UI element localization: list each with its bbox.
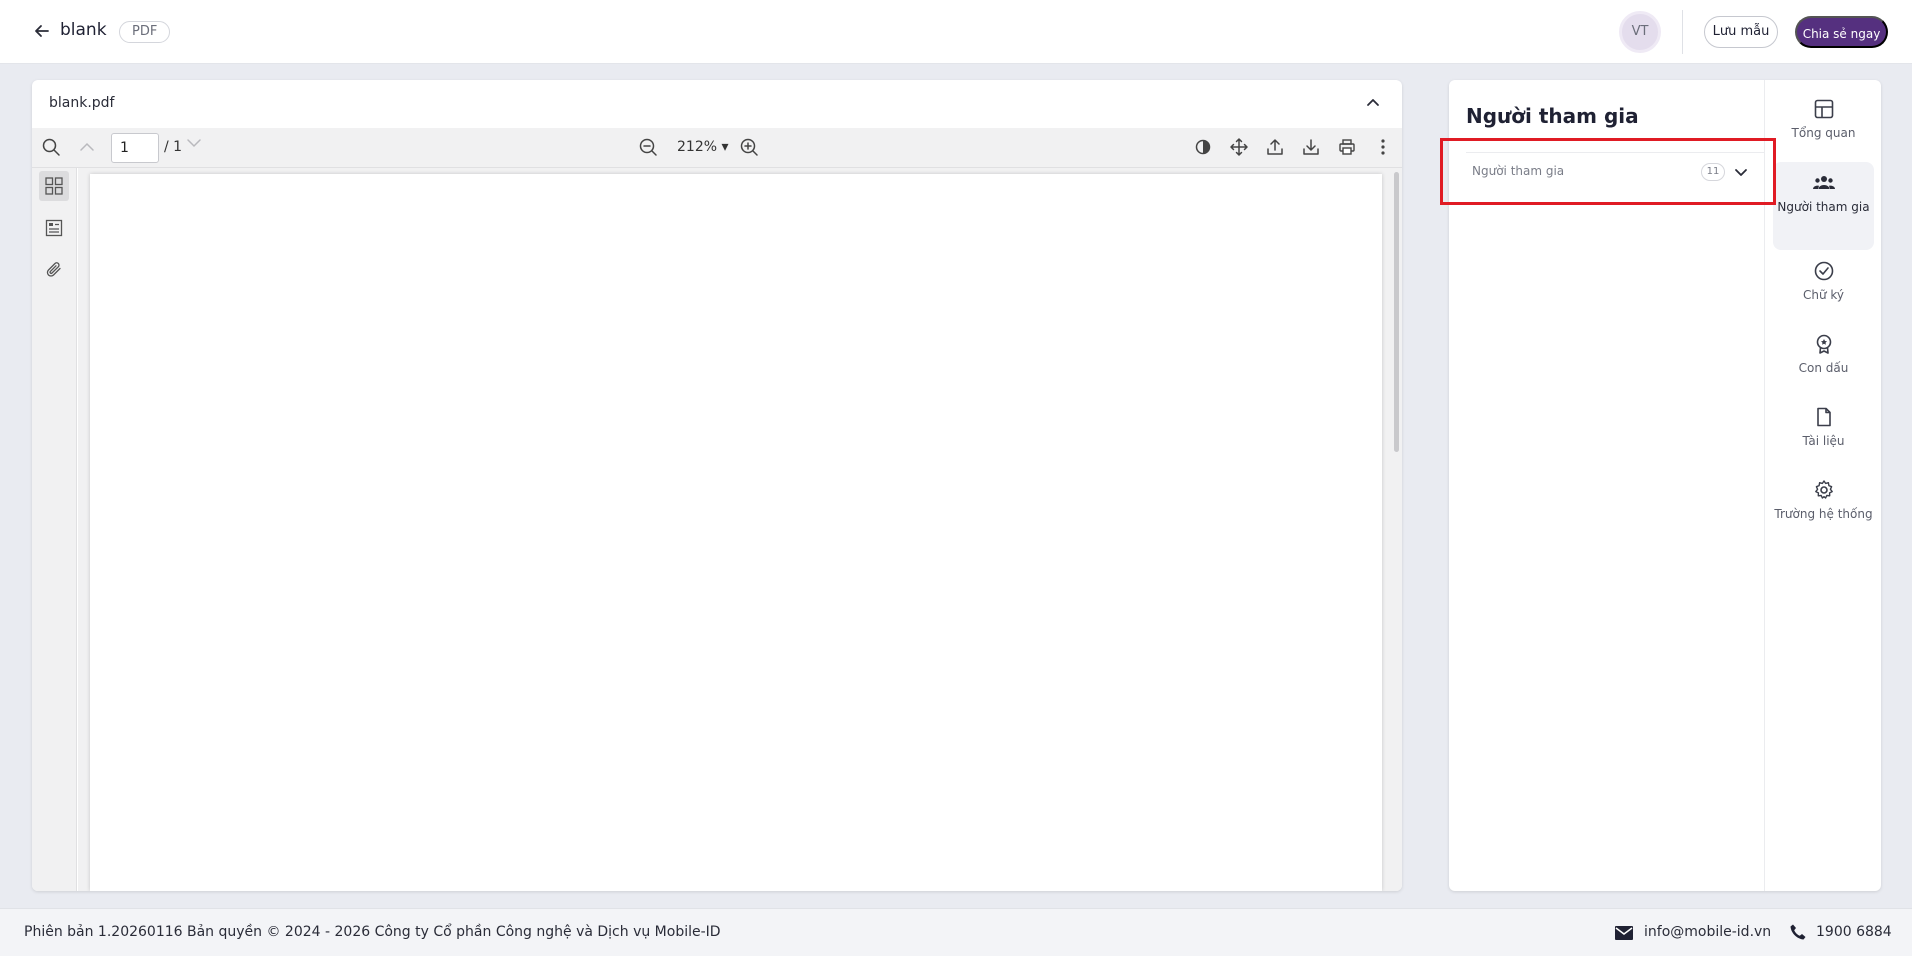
panel-title: Người tham gia <box>1466 104 1639 128</box>
phone-icon <box>1789 923 1807 941</box>
participants-count-badge: 11 <box>1701 163 1725 181</box>
theme-toggle-icon[interactable] <box>1193 137 1213 157</box>
participants-accordion[interactable]: Người tham gia 11 <box>1466 152 1764 190</box>
layout-icon <box>1814 99 1833 119</box>
copyright-text: Phiên bản 1.20260116 Bản quyền © 2024 - … <box>24 924 721 940</box>
chevron-up-icon[interactable] <box>1364 94 1382 112</box>
download-icon[interactable] <box>1301 137 1321 157</box>
nav-item-system-fields-label: Trường hệ thống <box>1774 507 1873 521</box>
print-icon[interactable] <box>1337 137 1357 157</box>
document-title: blank <box>60 20 107 40</box>
footer: Phiên bản 1.20260116 Bản quyền © 2024 - … <box>0 908 1912 956</box>
zoom-level-select[interactable]: 212% ▾ <box>677 139 729 155</box>
nav-item-overview-label: Tổng quan <box>1791 126 1856 140</box>
chevron-down-icon[interactable] <box>1733 164 1749 180</box>
pdf-toolbar: / 1 212% ▾ <box>32 128 1402 168</box>
zoom-in-icon[interactable] <box>739 137 759 157</box>
nav-item-seal-label: Con dấu <box>1798 361 1849 375</box>
nav-item-participants-label: Người tham gia <box>1777 200 1870 214</box>
next-page-icon[interactable] <box>184 133 204 153</box>
gear-icon <box>1814 480 1833 499</box>
nav-item-documents-label: Tài liệu <box>1802 434 1845 448</box>
participants-accordion-label: Người tham gia <box>1472 164 1565 178</box>
document-type-badge: PDF <box>119 21 171 43</box>
previous-page-icon[interactable] <box>77 137 97 157</box>
pdf-page[interactable] <box>90 174 1382 891</box>
attachment-icon[interactable] <box>39 254 69 284</box>
thumbnails-icon[interactable] <box>39 171 69 201</box>
nav-item-signature-label: Chữ ký <box>1802 288 1845 302</box>
check-circle-icon <box>1814 261 1833 281</box>
user-avatar[interactable]: VT <box>1619 11 1661 53</box>
share-now-button[interactable]: Chia sẻ ngay <box>1795 16 1888 48</box>
panel-nav: Tổng quan Người tham gia Chữ ký Con dấu … <box>1764 80 1881 891</box>
file-icon <box>1816 407 1831 427</box>
upload-icon[interactable] <box>1265 137 1285 157</box>
nav-item-system-fields[interactable]: Trường hệ thống <box>1773 479 1874 559</box>
viewer-scrollbar[interactable] <box>1394 172 1399 452</box>
people-icon <box>1812 176 1835 189</box>
support-email-link[interactable]: info@mobile-id.vn <box>1644 924 1771 940</box>
pdf-canvas[interactable] <box>78 168 1402 891</box>
save-template-button[interactable]: Lưu mẫu <box>1704 16 1778 48</box>
mail-icon <box>1614 924 1634 942</box>
pan-move-icon[interactable] <box>1229 137 1249 157</box>
file-name: blank.pdf <box>49 95 115 111</box>
search-icon[interactable] <box>41 137 61 157</box>
page-total: / 1 <box>164 139 183 155</box>
pdf-viewer-card: blank.pdf / 1 212% ▾ <box>32 80 1402 891</box>
zoom-out-icon[interactable] <box>638 137 658 157</box>
nav-item-seal[interactable]: Con dấu <box>1773 333 1874 397</box>
header-divider <box>1682 10 1683 54</box>
support-phone-link[interactable]: 1900 6884 <box>1816 924 1892 940</box>
nav-item-signature[interactable]: Chữ ký <box>1773 260 1874 324</box>
participants-panel: Người tham gia Người tham gia 11 Tổng qu… <box>1449 80 1881 891</box>
outline-icon[interactable] <box>39 213 69 243</box>
nav-item-participants[interactable]: Người tham gia <box>1773 162 1874 250</box>
nav-item-documents[interactable]: Tài liệu <box>1773 406 1874 470</box>
viewer-sidebar <box>32 168 77 891</box>
top-header: blank PDF VT Lưu mẫu Chia sẻ ngay <box>0 0 1912 64</box>
back-arrow-icon[interactable] <box>32 21 52 41</box>
page-number-input[interactable] <box>111 133 159 163</box>
nav-item-overview[interactable]: Tổng quan <box>1773 98 1874 162</box>
more-options-icon[interactable] <box>1373 137 1393 157</box>
seal-icon <box>1816 334 1831 354</box>
